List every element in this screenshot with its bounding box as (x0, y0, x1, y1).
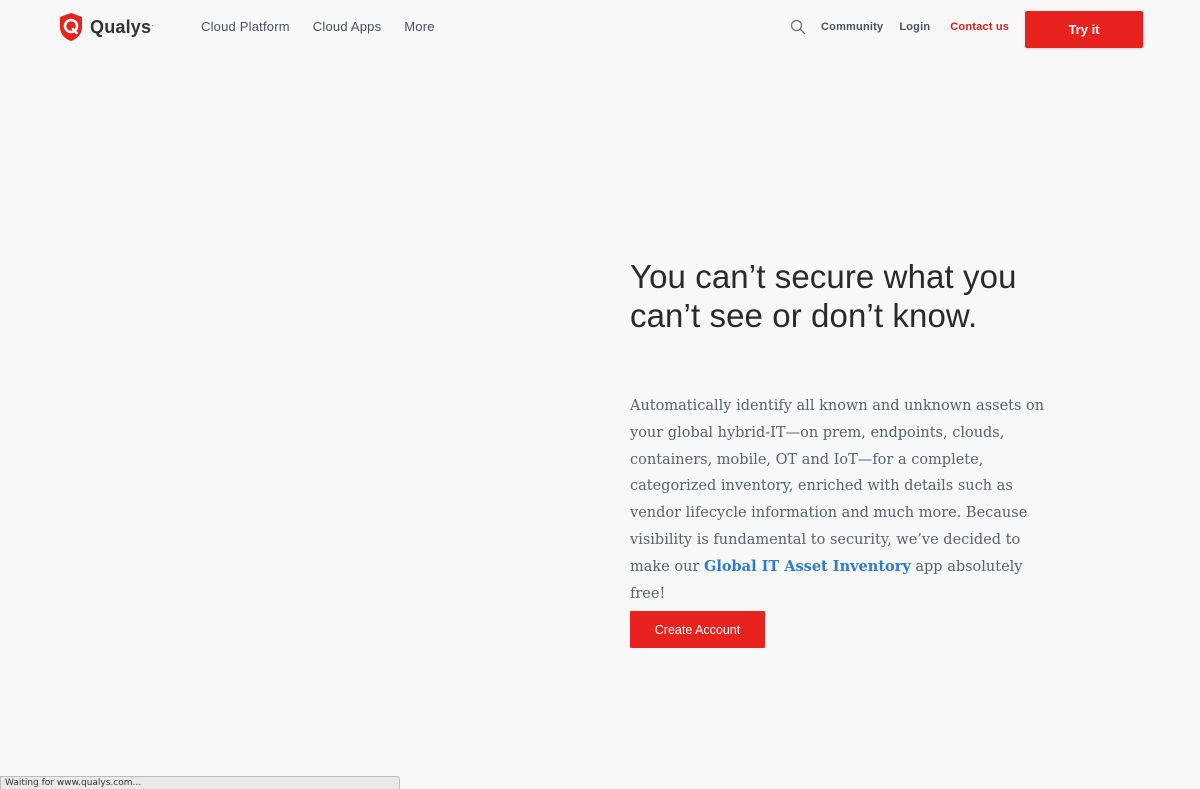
nav-cloud-platform[interactable]: Cloud Platform (201, 19, 290, 34)
primary-nav: Cloud Platform Cloud Apps More (201, 19, 435, 34)
browser-status-bar: Waiting for www.qualys.com... (0, 776, 400, 789)
hero-description: Automatically identify all known and unk… (630, 393, 1060, 607)
site-header: Qualys. Cloud Platform Cloud Apps More C… (0, 0, 1200, 58)
try-it-button[interactable]: Try it (1025, 11, 1143, 48)
hero-title: You can’t secure what you can’t see or d… (630, 258, 1017, 334)
contact-us-link[interactable]: Contact us (950, 21, 1009, 33)
shield-logo-icon (60, 13, 82, 41)
global-it-asset-inventory-link[interactable]: Global IT Asset Inventory (704, 558, 911, 575)
community-link[interactable]: Community (821, 21, 883, 33)
qualys-logo[interactable]: Qualys. (58, 12, 154, 42)
logo-wordmark: Qualys. (90, 16, 154, 37)
nav-cloud-apps[interactable]: Cloud Apps (313, 19, 382, 34)
nav-more[interactable]: More (404, 19, 434, 34)
search-icon[interactable] (790, 19, 806, 35)
hero-description-text: Automatically identify all known and unk… (630, 398, 1045, 575)
secondary-nav: Community Login Contact us (790, 19, 1009, 35)
login-link[interactable]: Login (899, 21, 930, 33)
create-account-button[interactable]: Create Account (630, 611, 765, 648)
